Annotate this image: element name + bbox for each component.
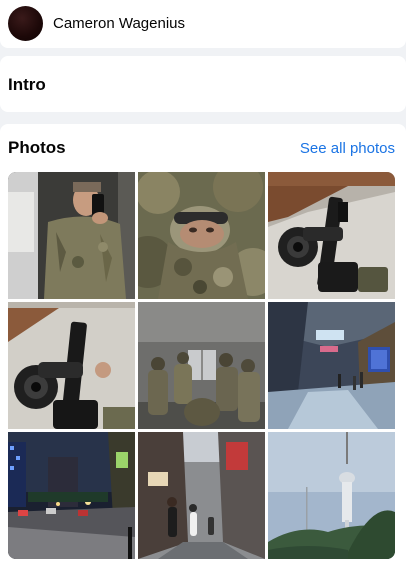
- intro-card: Intro: [0, 56, 406, 112]
- photo-tower-hill[interactable]: [268, 432, 395, 559]
- avatar[interactable]: [8, 6, 43, 41]
- photo-image: [8, 172, 135, 299]
- see-all-photos-link[interactable]: See all photos: [300, 140, 395, 157]
- photo-alley-street[interactable]: [138, 432, 265, 559]
- photo-image: [138, 432, 265, 559]
- photo-image: [8, 432, 135, 559]
- photo-rifle-closeup[interactable]: [8, 302, 135, 429]
- photo-camouflaged-face[interactable]: [138, 172, 265, 299]
- photo-mall-interior[interactable]: [268, 302, 395, 429]
- photo-image: [8, 302, 135, 429]
- photo-image: [268, 432, 395, 559]
- photo-grid: [8, 172, 395, 559]
- photo-rifle-optics[interactable]: [268, 172, 395, 299]
- profile-name[interactable]: Cameron Wagenius: [53, 15, 185, 32]
- photo-image: [138, 302, 265, 429]
- photo-image: [268, 302, 395, 429]
- photo-image: [268, 172, 395, 299]
- photos-title: Photos: [8, 138, 66, 157]
- intro-title: Intro: [8, 75, 46, 94]
- photo-mirror-selfie[interactable]: [8, 172, 135, 299]
- photo-soldiers-room[interactable]: [138, 302, 265, 429]
- photos-card: Photos See all photos: [0, 124, 406, 568]
- photo-city-street-night[interactable]: [8, 432, 135, 559]
- profile-header: Cameron Wagenius: [0, 0, 406, 48]
- photo-image: [138, 172, 265, 299]
